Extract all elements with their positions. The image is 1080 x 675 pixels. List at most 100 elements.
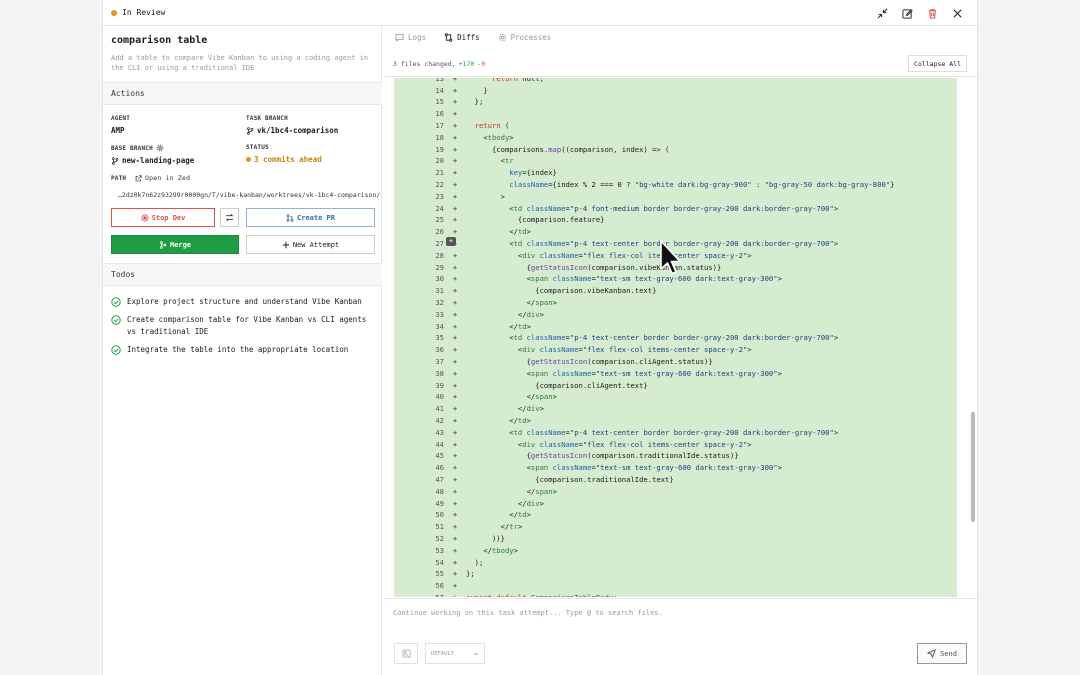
added-marker: +: [452, 333, 458, 343]
add-comment-icon[interactable]: +: [446, 237, 456, 246]
top-bar: In Review: [103, 0, 977, 26]
added-marker: +: [452, 215, 458, 225]
added-marker: +: [452, 286, 458, 296]
added-marker: +: [452, 274, 458, 284]
delete-button[interactable]: [924, 5, 940, 21]
added-marker: +: [452, 545, 458, 555]
added-marker: +: [452, 451, 458, 461]
merge-button[interactable]: Merge: [111, 235, 239, 254]
merge-icon: [159, 240, 167, 249]
added-marker: +: [452, 309, 458, 319]
create-pr-button[interactable]: Create PR: [246, 208, 375, 227]
code-text: return null;: [491, 78, 544, 83]
collapse-all-button[interactable]: Collapse All: [908, 55, 967, 72]
code-text: <div className="flex flex-col items-cent…: [466, 439, 752, 449]
check-circle-icon: [111, 345, 121, 355]
line-number: 39: [435, 380, 444, 390]
diff-line: 26 + </td>: [394, 226, 957, 238]
diff-line: 35 + <td className="p-4 text-center borde…: [394, 332, 957, 344]
code-text: {getStatusIcon(comparison.cliAgent.statu…: [466, 357, 713, 367]
diff-line: 21 + key={index}: [394, 167, 957, 179]
added-marker: +: [452, 262, 458, 272]
line-number: 46: [435, 463, 444, 473]
diff-line: 51 + </tr>: [394, 521, 957, 533]
todo-item: Explore project structure and understand…: [111, 296, 373, 308]
rebase-button[interactable]: [220, 208, 239, 227]
line-number: 28: [435, 250, 444, 260]
message-icon: [395, 33, 404, 42]
added-marker: +: [452, 557, 458, 567]
added-marker: +: [452, 404, 458, 414]
code-text: </tr>: [466, 522, 523, 532]
diff-line: 42 + </td>: [394, 415, 957, 427]
added-marker: +: [452, 581, 458, 591]
diff-line: 45 + {getStatusIcon(comparison.traditiona…: [394, 450, 957, 462]
open-in-zed-link[interactable]: Open in Zed: [135, 174, 190, 182]
diff-line: 17 + return (: [394, 120, 957, 132]
status-dot: [246, 157, 251, 162]
line-number: 13: [435, 78, 444, 83]
agent-label: AGENT: [111, 115, 131, 122]
code-text: return (: [474, 121, 510, 131]
tab-processes[interactable]: Processes: [498, 33, 551, 42]
added-marker: +: [452, 427, 458, 437]
line-number: 50: [435, 510, 444, 520]
code-text: className={index % 2 === 0 ? "bg-white d…: [509, 180, 895, 190]
panel-tabs: Logs Diffs Processes: [383, 26, 977, 48]
line-number: 49: [435, 498, 444, 508]
diff-scrollbar[interactable]: [971, 412, 975, 522]
line-number: 19: [435, 144, 444, 154]
tab-diffs[interactable]: Diffs: [444, 33, 480, 42]
line-number: 42: [435, 416, 444, 426]
line-number: 37: [435, 357, 444, 367]
diff-line: 18 + <tbody>: [394, 132, 957, 144]
gear-icon[interactable]: [156, 144, 164, 152]
edit-button[interactable]: [899, 5, 915, 21]
new-attempt-button[interactable]: New Attempt: [246, 235, 375, 254]
diff-line: 57+export default ComparisonTableBody;: [394, 592, 957, 597]
line-number: 32: [435, 298, 444, 308]
code-text: {comparisons.map((comparison, index) => …: [466, 144, 670, 154]
variant-select[interactable]: DEFAULT: [425, 643, 485, 664]
minimize-button[interactable]: [874, 5, 890, 21]
line-number: 24: [435, 203, 444, 213]
code-text: </span>: [466, 298, 557, 308]
line-number: 20: [435, 156, 444, 166]
added-marker: +: [452, 250, 458, 260]
close-button[interactable]: [949, 5, 965, 21]
added-marker: +: [452, 156, 458, 166]
follow-up-input[interactable]: Continue working on this task attempt...…: [393, 609, 663, 617]
code-text: <div className="flex flex-col items-cent…: [466, 345, 752, 355]
send-button[interactable]: Send: [917, 643, 967, 664]
line-number: 40: [435, 392, 444, 402]
agent-value: AMP: [111, 126, 125, 135]
task-detail-window: In Review comparison table Add a table t…: [103, 0, 977, 675]
code-text: };: [466, 97, 484, 107]
line-number: 44: [435, 439, 444, 449]
added-marker: +: [452, 345, 458, 355]
diff-code-view[interactable]: 57+export default ComparisonTableBody;56…: [394, 78, 957, 597]
added-marker: +: [452, 534, 458, 544]
check-circle-icon: [111, 297, 121, 307]
code-text: ))}: [466, 534, 505, 544]
diff-line: 44 + <div className="flex flex-col items-…: [394, 438, 957, 450]
added-marker: +: [452, 78, 458, 83]
code-text: <td className="p-4 text-center border bo…: [466, 427, 839, 437]
code-text: };: [466, 569, 475, 579]
code-text: {getStatusIcon(comparison.vibeKanban.sta…: [466, 262, 722, 272]
code-text: <td className="p-4 text-center border bo…: [466, 239, 839, 249]
diff-line: 19 + {comparisons.map((comparison, index)…: [394, 143, 957, 155]
top-actions: [874, 5, 965, 21]
added-marker: +: [452, 368, 458, 378]
stop-dev-button[interactable]: Stop Dev: [111, 208, 215, 227]
added-marker: +: [452, 569, 458, 579]
tab-logs[interactable]: Logs: [395, 33, 426, 42]
additions-count: +170: [458, 59, 475, 68]
line-number: 26: [435, 227, 444, 237]
added-marker: +: [444, 593, 466, 597]
line-number: 53: [435, 545, 444, 555]
external-link-icon: [135, 174, 142, 181]
attach-image-button[interactable]: [394, 643, 418, 664]
added-marker: +: [452, 168, 458, 178]
diff-line: 33 + </div>: [394, 309, 957, 321]
